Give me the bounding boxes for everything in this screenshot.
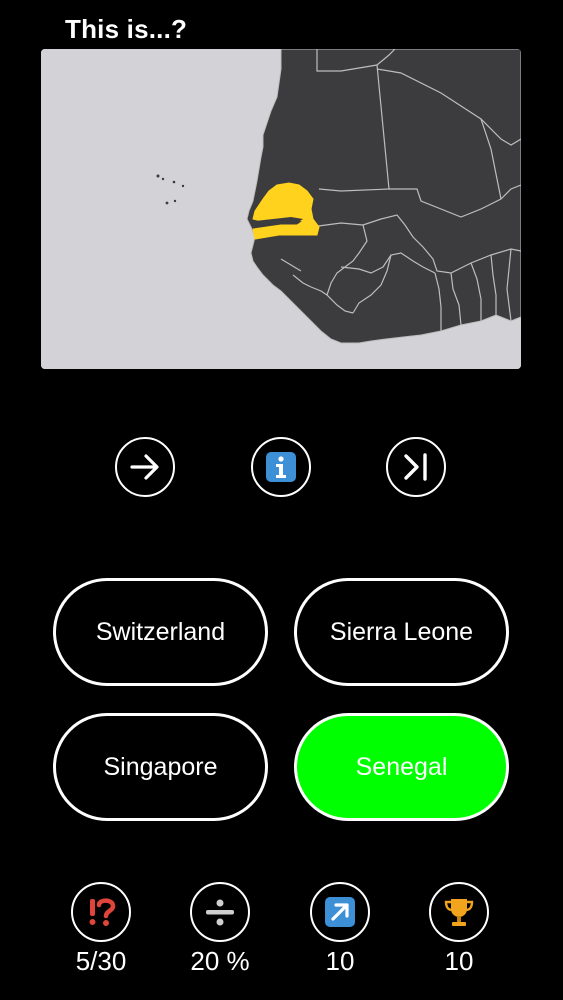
skip-button[interactable]: [386, 437, 446, 497]
stat-best: 10: [409, 882, 509, 977]
exclamation-question-icon: [89, 898, 116, 926]
map-svg: [41, 49, 521, 369]
questions-badge: [71, 882, 131, 942]
stat-questions: 5/30: [51, 882, 151, 977]
arrow-up-right-icon: [325, 897, 355, 927]
stats-bar: 5/30 20 % 10 10: [0, 882, 563, 992]
divide-icon: [206, 899, 234, 926]
next-button[interactable]: [115, 437, 175, 497]
accuracy-badge: [190, 882, 250, 942]
score-badge: [310, 882, 370, 942]
best-value: 10: [444, 946, 474, 976]
answer-button-4-correct[interactable]: Senegal: [294, 713, 509, 821]
control-bar: [0, 437, 563, 497]
question-title: This is...?: [65, 14, 188, 44]
accuracy-value: 20 %: [190, 946, 250, 976]
score-value: 10: [325, 946, 355, 976]
best-badge: [429, 882, 489, 942]
country-map: [41, 49, 521, 369]
skip-end-icon: [404, 453, 427, 481]
info-icon: [266, 452, 296, 482]
questions-value: 5/30: [75, 946, 127, 976]
answer-button-3[interactable]: Singapore: [53, 713, 268, 821]
answer-button-1[interactable]: Switzerland: [53, 578, 268, 686]
arrow-right-icon: [130, 454, 159, 480]
stat-score: 10: [290, 882, 390, 977]
info-button[interactable]: [251, 437, 311, 497]
stat-accuracy: 20 %: [170, 882, 270, 977]
trophy-icon: [444, 899, 474, 926]
answer-button-2[interactable]: Sierra Leone: [294, 578, 509, 686]
